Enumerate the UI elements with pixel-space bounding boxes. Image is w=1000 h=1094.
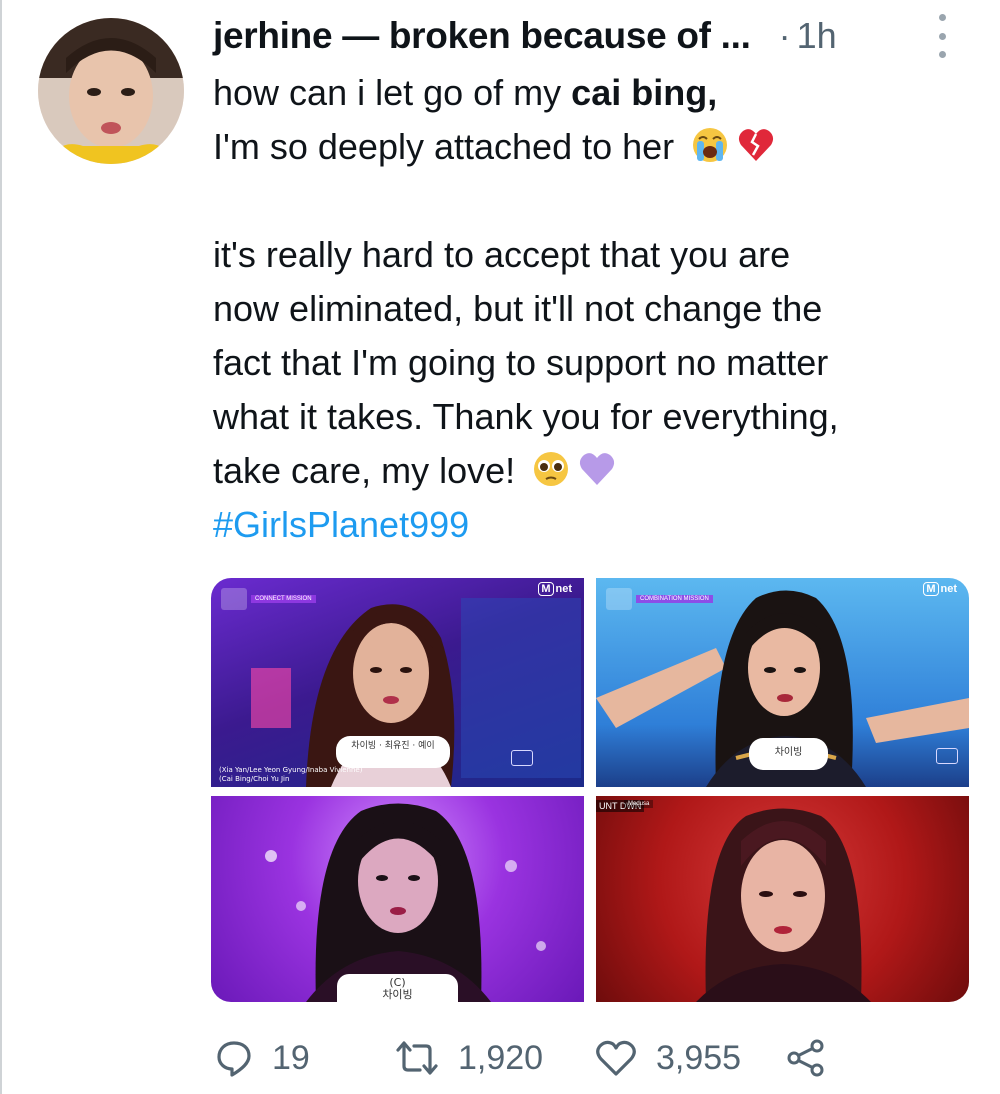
- purple-heart-icon: [577, 449, 617, 504]
- tweet-text: how can i let go of my cai bing, I'm so …: [213, 66, 973, 552]
- like-count: 3,955: [656, 1038, 742, 1077]
- tweet-line-4: now eliminated, but it'll not change the: [213, 288, 823, 329]
- left-border: [0, 0, 2, 1094]
- avatar-image: [38, 18, 184, 164]
- media-image-1[interactable]: CONNECT MISSION Mnet 차이빙 · 최유진 · 예이 (Xia…: [211, 578, 584, 787]
- more-options-icon[interactable]: [928, 14, 956, 58]
- reply-count: 19: [272, 1038, 310, 1077]
- display-name[interactable]: jerhine — broken because of ...: [213, 15, 751, 57]
- media-grid: CONNECT MISSION Mnet 차이빙 · 최유진 · 예이 (Xia…: [211, 578, 969, 1002]
- tweet-line-5: fact that I'm going to support no matter: [213, 342, 829, 383]
- mission-label: CONNECT MISSION: [221, 588, 316, 610]
- tweet-header: jerhine — broken because of ... · 1h: [213, 10, 983, 62]
- tweet-line-2: I'm so deeply attached to her: [213, 120, 973, 174]
- share-button[interactable]: [784, 1038, 828, 1078]
- tweet-line-7: take care, my love!: [213, 444, 973, 498]
- song-title: Medusa: [624, 800, 654, 808]
- credit-text: (Xia Yan/Lee Yeon Gyung/Inaba Vivienne)(…: [219, 766, 363, 783]
- rating-badge-icon: [511, 750, 533, 766]
- retweet-button[interactable]: 1,920: [394, 1038, 594, 1078]
- rating-badge-icon: [936, 748, 958, 764]
- tweet-actions: 19 1,920 3,955: [214, 1030, 954, 1086]
- avatar[interactable]: [38, 18, 184, 164]
- timestamp[interactable]: 1h: [797, 15, 837, 57]
- tweet-line-3: it's really hard to accept that you are: [213, 234, 791, 275]
- name-caption: 차이빙 · 최유진 · 예이: [338, 738, 448, 766]
- reply-icon: [217, 1041, 251, 1077]
- tweet-line-1: how can i let go of my cai bing,: [213, 72, 718, 113]
- heart-icon: [596, 1040, 636, 1076]
- pleading-face-icon: [531, 449, 571, 504]
- name-caption: 차이빙: [751, 740, 826, 768]
- media-image-2[interactable]: COMBINATION MISSION Mnet 차이빙: [596, 578, 969, 787]
- name-caption: (C) 차이빙: [339, 976, 456, 1002]
- time-separator: ·: [778, 15, 791, 56]
- loudly-crying-face-icon: [690, 125, 730, 180]
- mnet-logo: Mnet: [923, 582, 957, 596]
- like-button[interactable]: 3,955: [594, 1038, 784, 1078]
- retweet-count: 1,920: [458, 1038, 544, 1077]
- mission-label: COMBINATION MISSION: [606, 588, 713, 610]
- tweet-line-6: what it takes. Thank you for everything,: [213, 396, 839, 437]
- media-image-3[interactable]: (C) 차이빙: [211, 796, 584, 1002]
- retweet-icon: [396, 1041, 438, 1075]
- mnet-logo: Mnet: [538, 582, 572, 596]
- broken-heart-icon: [736, 125, 776, 180]
- reply-button[interactable]: 19: [214, 1038, 394, 1078]
- share-icon: [787, 1039, 824, 1077]
- media-image-4[interactable]: UNT DWN Medusa: [596, 796, 969, 1002]
- hashtag-link[interactable]: #GirlsPlanet999: [213, 498, 973, 552]
- bold-name: cai bing: [571, 72, 708, 113]
